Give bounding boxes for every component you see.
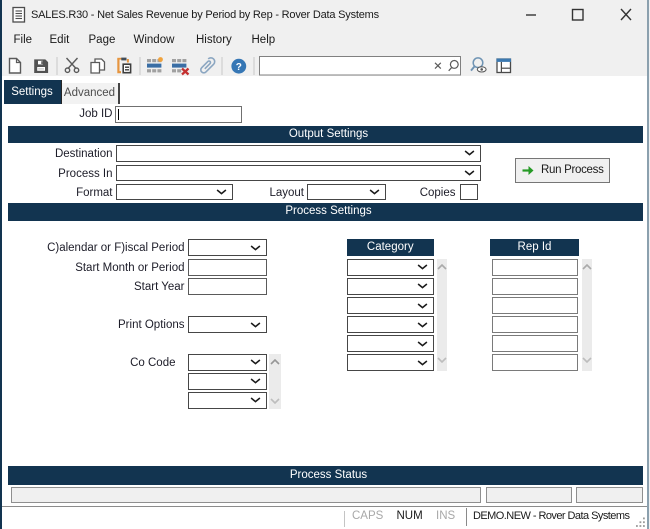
svg-text:?: ? [236, 62, 242, 73]
